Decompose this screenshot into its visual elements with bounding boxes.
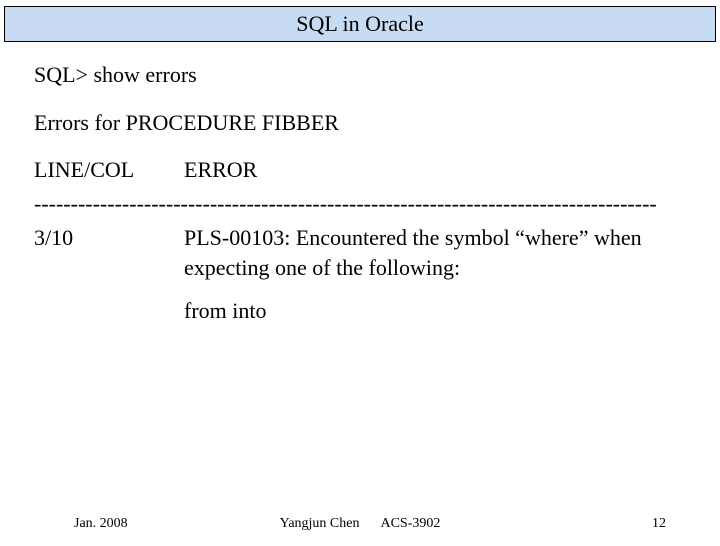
error-message: PLS-00103: Encountered the symbol “where… [184,223,686,282]
footer-course: ACS-3902 [380,516,440,531]
separator-line: ----------------------------------------… [34,191,686,217]
errors-for-line: Errors for PROCEDURE FIBBER [34,108,686,138]
error-row: 3/10 PLS-00103: Encountered the symbol “… [34,223,686,282]
column-header-right: ERROR [184,155,686,185]
footer-date: Jan. 2008 [74,516,128,532]
error-continuation-spacer [34,296,184,326]
column-header-row: LINE/COL ERROR [34,155,686,185]
slide-title-bar: SQL in Oracle [4,6,716,42]
sql-prompt-line: SQL> show errors [34,60,686,90]
footer-page: 12 [652,516,666,532]
slide-title: SQL in Oracle [296,11,423,36]
error-continuation-row: from into [34,296,686,326]
slide-content: SQL> show errors Errors for PROCEDURE FI… [0,42,720,326]
error-line-col: 3/10 [34,223,184,282]
slide-footer: Jan. 2008 Yangjun Chen ACS-3902 12 [0,516,720,532]
column-header-left: LINE/COL [34,155,184,185]
error-continuation: from into [184,296,686,326]
footer-author: Yangjun Chen [280,516,360,531]
